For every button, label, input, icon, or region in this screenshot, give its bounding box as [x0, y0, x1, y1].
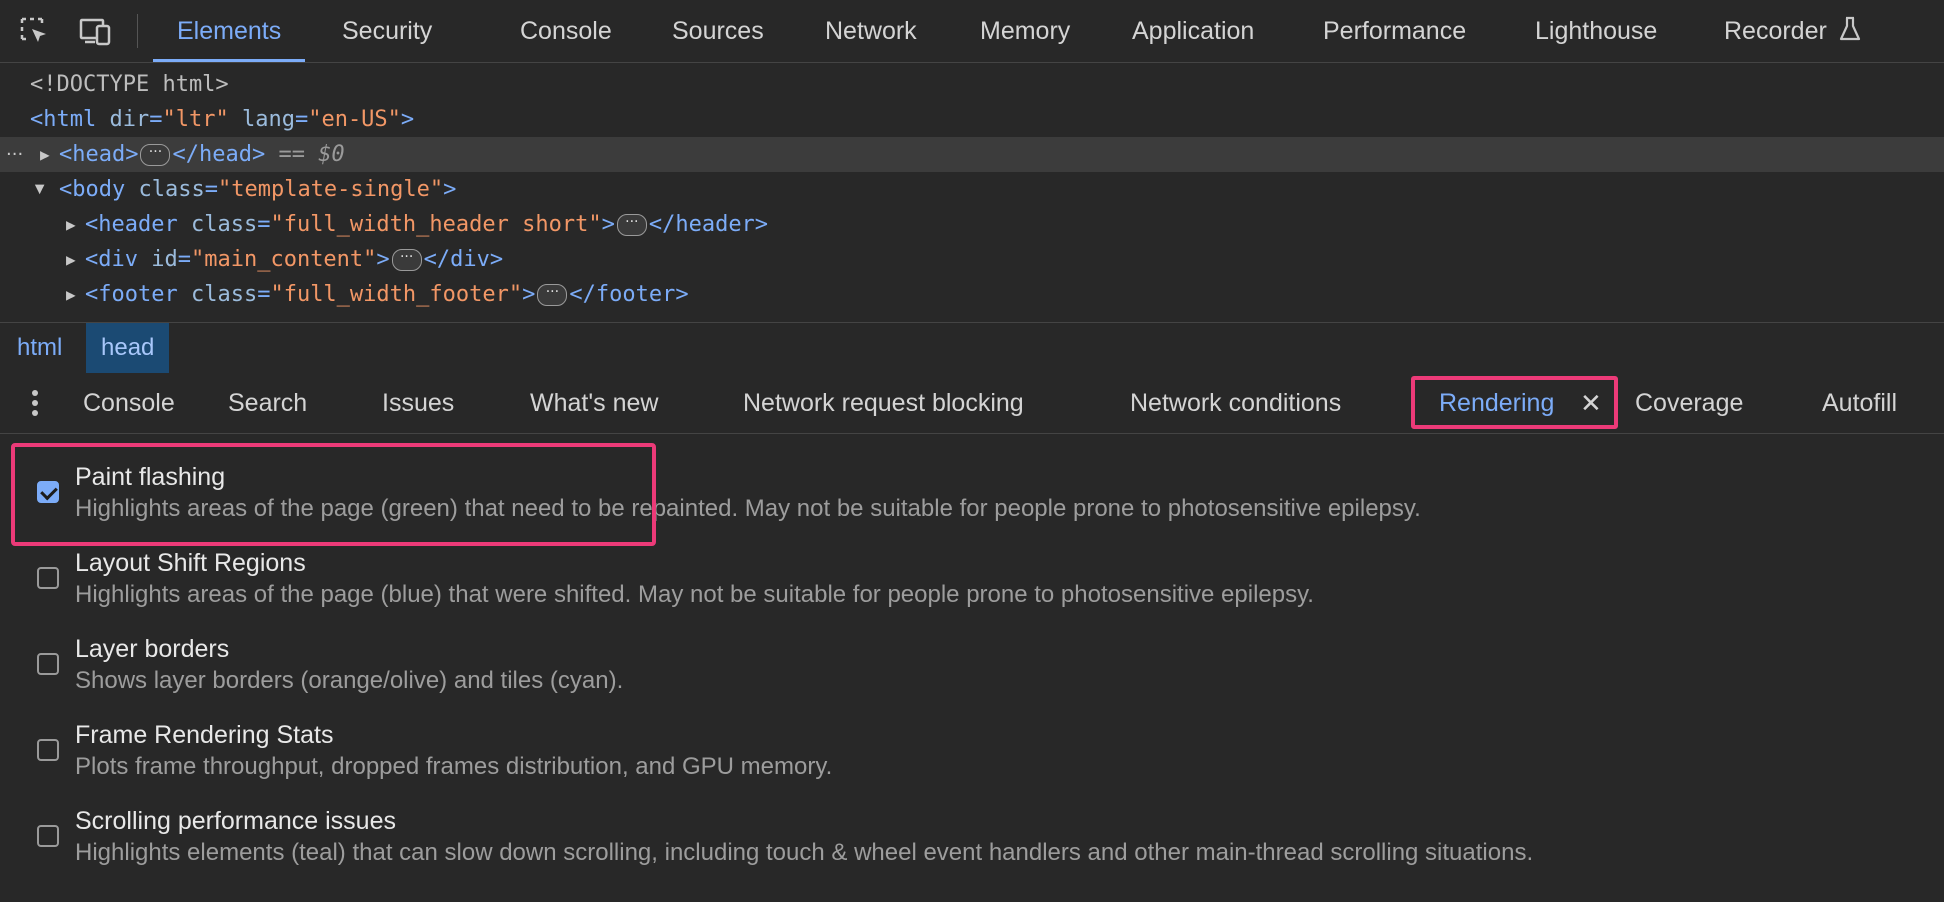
layer-borders-checkbox[interactable] [37, 653, 59, 675]
dom-node-div[interactable]: ▶ <div id="main_content"> ··· </div> [0, 242, 1944, 277]
layout-shift-regions-checkbox[interactable] [37, 567, 59, 589]
dom-node-head[interactable]: ··· ▶ <head> ··· </head> == $0 [0, 137, 1944, 172]
dom-node-doctype[interactable]: <!DOCTYPE html> [0, 67, 1944, 102]
html-attr-lang: lang [241, 107, 295, 132]
body-attr-class-value: "template-single" [217, 177, 444, 202]
tab-lighthouse[interactable]: Lighthouse [1535, 0, 1657, 62]
header-attr-class: class [190, 212, 258, 237]
tab-elements[interactable]: Elements [152, 0, 306, 62]
option-description: Plots frame throughput, dropped frames d… [75, 753, 833, 780]
collapse-triangle-icon[interactable]: ▶ [23, 185, 58, 195]
dom-tree: <!DOCTYPE html> <html dir="ltr" lang="en… [0, 63, 1944, 321]
scrolling-performance-issues-checkbox[interactable] [37, 825, 59, 847]
drawer-tab-coverage[interactable]: Coverage [1635, 373, 1743, 433]
header-open-tag: <header [85, 212, 178, 237]
tab-console[interactable]: Console [520, 0, 612, 62]
drawer-tab-issues[interactable]: Issues [382, 373, 454, 433]
rendering-tab-highlight-box [1411, 376, 1618, 429]
expand-triangle-icon[interactable]: ▶ [40, 137, 50, 172]
breadcrumb: html head [0, 322, 1944, 374]
option-title: Layout Shift Regions [75, 549, 306, 577]
html-attr-lang-value: "en-US" [308, 107, 401, 132]
breadcrumb-head[interactable]: head [86, 323, 170, 373]
expand-triangle-icon[interactable]: ▶ [66, 207, 76, 242]
html-attr-dir-value: "ltr" [162, 107, 229, 132]
collapsed-ellipsis[interactable]: ··· [391, 249, 422, 271]
tab-security[interactable]: Security [342, 0, 432, 62]
paint-flashing-highlight-box [11, 443, 656, 546]
tab-application[interactable]: Application [1132, 0, 1254, 62]
dom-node-body[interactable]: ▶ <body class="template-single"> [0, 172, 1944, 207]
html-attr-dir: dir [109, 107, 150, 132]
drawer-tab-console[interactable]: Console [83, 373, 175, 433]
frame-rendering-stats-checkbox[interactable] [37, 739, 59, 761]
div-close-tag: </div> [423, 247, 504, 272]
footer-close-tag: </footer> [569, 282, 689, 307]
header-attr-class-value: "full_width_header short" [270, 212, 602, 237]
selected-node-marker: == $0 [278, 142, 345, 167]
option-description: Highlights areas of the page (blue) that… [75, 581, 1314, 608]
tab-sources[interactable]: Sources [672, 0, 764, 62]
div-open-tag: <div [85, 247, 138, 272]
html-open-tag: <html [30, 107, 97, 132]
drawer-tab-network-request-blocking[interactable]: Network request blocking [743, 373, 1024, 433]
doctype-text: <!DOCTYPE html> [30, 72, 229, 97]
flask-icon [1839, 16, 1860, 41]
toolbar-separator [137, 14, 138, 48]
header-close-tag: </header> [648, 212, 769, 237]
drawer-tab-search[interactable]: Search [228, 373, 307, 433]
head-open-tag: <head> [59, 142, 139, 167]
drawer-tabbar: Console Search Issues What's new Network… [0, 373, 1944, 434]
dom-node-footer[interactable]: ▶ <footer class="full_width_footer"> ··· <… [0, 277, 1944, 312]
kebab-menu-icon[interactable] [25, 387, 45, 419]
expand-triangle-icon[interactable]: ▶ [66, 277, 76, 312]
tab-network[interactable]: Network [825, 0, 917, 62]
option-title: Scrolling performance issues [75, 807, 396, 835]
footer-open-tag: <footer [85, 282, 178, 307]
tab-performance[interactable]: Performance [1323, 0, 1466, 62]
drawer-tab-whats-new[interactable]: What's new [530, 373, 658, 433]
div-attr-id: id [151, 247, 178, 272]
body-open-tag: <body [59, 177, 126, 202]
collapsed-ellipsis[interactable]: ··· [140, 144, 171, 166]
inspect-element-icon[interactable] [17, 14, 53, 50]
option-description: Highlights elements (teal) that can slow… [75, 839, 1534, 866]
footer-attr-class: class [190, 282, 258, 307]
option-title: Frame Rendering Stats [75, 721, 334, 749]
head-close-tag: </head> [172, 142, 266, 167]
div-attr-id-value: "main_content" [190, 247, 377, 272]
collapsed-ellipsis[interactable]: ··· [537, 284, 568, 306]
tab-recorder-label: Recorder [1724, 17, 1827, 45]
drawer-tab-network-conditions[interactable]: Network conditions [1130, 373, 1341, 433]
collapsed-ellipsis[interactable]: ··· [616, 214, 647, 236]
breadcrumb-html[interactable]: html [2, 323, 77, 373]
footer-attr-class-value: "full_width_footer" [270, 282, 523, 307]
expand-triangle-icon[interactable]: ▶ [66, 242, 76, 277]
option-title: Layer borders [75, 635, 230, 663]
dom-node-html[interactable]: <html dir="ltr" lang="en-US"> [0, 102, 1944, 137]
main-toolbar: Elements Security Console Sources Networ… [0, 0, 1944, 63]
row-actions-dots[interactable]: ··· [6, 137, 23, 172]
tab-memory[interactable]: Memory [980, 0, 1070, 62]
tab-recorder[interactable]: Recorder [1724, 0, 1862, 62]
dom-node-header[interactable]: ▶ <header class="full_width_header short… [0, 207, 1944, 242]
body-attr-class: class [138, 177, 205, 202]
device-toolbar-icon[interactable] [78, 14, 114, 50]
option-description: Shows layer borders (orange/olive) and t… [75, 667, 624, 694]
drawer-tab-autofill[interactable]: Autofill [1822, 373, 1897, 433]
